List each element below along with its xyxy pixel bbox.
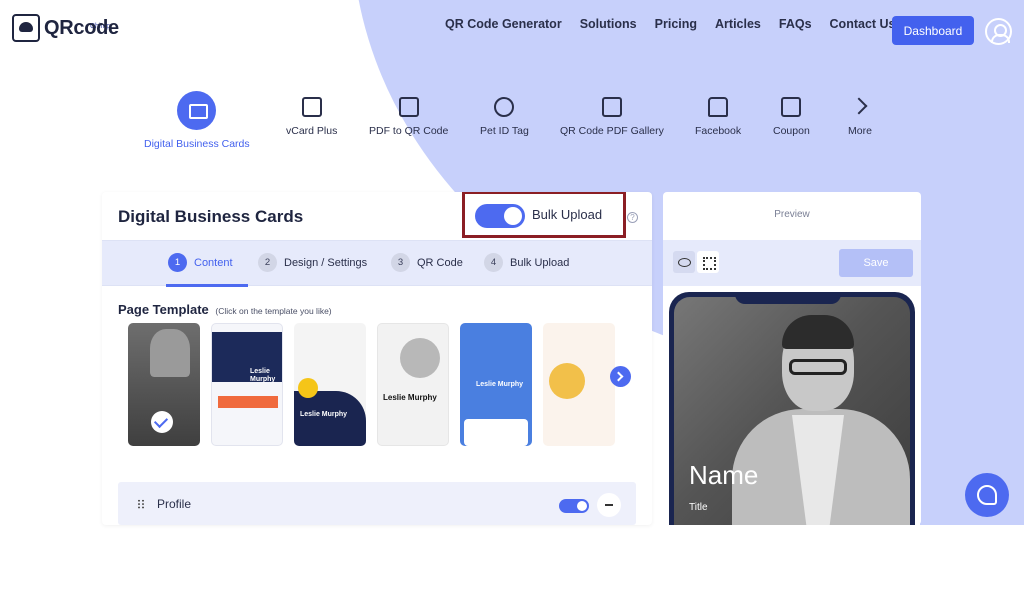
phone-mockup: Name Title	[669, 292, 915, 525]
nav-articles[interactable]: Articles	[715, 17, 761, 31]
category-digital-business-cards[interactable]: Digital Business Cards	[144, 91, 250, 150]
logo[interactable]: QRcode	[12, 14, 119, 42]
pdf-icon	[398, 97, 419, 117]
template-name: Leslie Murphy	[383, 393, 437, 402]
category-label: Coupon	[773, 125, 810, 137]
template-thumbnail-bar	[218, 396, 278, 408]
category-label: More	[848, 125, 872, 137]
nav-qr-code-generator[interactable]: QR Code Generator	[445, 17, 562, 31]
category-pdf-to-qr-code[interactable]: PDF to QR Code	[369, 97, 448, 137]
template-card[interactable]: Leslie Murphy	[460, 323, 532, 446]
nav-faqs[interactable]: FAQs	[779, 17, 812, 31]
template-card[interactable]: Leslie Murphy	[294, 323, 366, 446]
help-icon[interactable]: ?	[627, 212, 638, 223]
nav-contact-us[interactable]: Contact Us	[830, 17, 896, 31]
preview-name: Name	[689, 460, 759, 490]
bulk-upload-label: Bulk Upload	[532, 207, 603, 222]
category-label: vCard Plus	[286, 125, 338, 137]
page-template-heading: Page Template (Click on the template you…	[118, 302, 332, 317]
chat-support-icon[interactable]	[965, 473, 1009, 517]
nav-solutions[interactable]: Solutions	[580, 17, 637, 31]
background-blob-right	[920, 180, 1024, 525]
save-button[interactable]: Save	[839, 249, 913, 277]
home-icon	[298, 378, 318, 398]
template-card[interactable]: Leslie Murphy	[377, 323, 449, 446]
step-label: Content	[194, 256, 233, 269]
coupon-icon	[781, 97, 802, 117]
category-label: QR Code PDF Gallery	[560, 125, 664, 137]
active-tab-indicator	[166, 284, 248, 287]
bulk-upload-highlight: Bulk Upload	[462, 192, 626, 238]
category-label: Facebook	[695, 125, 742, 137]
category-label: Digital Business Cards	[144, 138, 250, 150]
tab-bulk-upload[interactable]: 4 Bulk Upload	[484, 253, 569, 272]
profile-photo-glasses	[789, 359, 847, 375]
step-number: 2	[258, 253, 277, 272]
vcard-icon	[301, 97, 322, 117]
qr-type-categories: Digital Business Cards vCard Plus PDF to…	[0, 91, 1024, 157]
step-label: Bulk Upload	[510, 256, 570, 269]
template-thumbnail-avatar	[400, 338, 440, 378]
template-hint: (Click on the template you like)	[215, 306, 332, 316]
template-thumbnail-photo	[549, 363, 585, 399]
collapse-button[interactable]	[597, 493, 621, 517]
nav-pricing[interactable]: Pricing	[655, 17, 697, 31]
drag-handle-icon[interactable]	[137, 499, 145, 509]
step-tabs: 1 Content 2 Design / Settings 3 QR Code …	[102, 240, 652, 287]
category-vcard-plus[interactable]: vCard Plus	[286, 97, 337, 137]
template-name: Leslie Murphy	[476, 381, 524, 388]
step-number: 1	[168, 253, 187, 272]
top-nav: QR Code Generator Solutions Pricing Arti…	[445, 17, 914, 31]
template-thumbnail-about	[464, 419, 528, 446]
user-account-icon[interactable]	[985, 18, 1012, 45]
eye-icon[interactable]	[673, 251, 695, 273]
paw-icon	[494, 97, 515, 117]
preview-title: Title	[689, 502, 708, 513]
step-label: QR Code	[417, 256, 463, 269]
phone-notch	[735, 292, 841, 304]
bulk-upload-toggle[interactable]	[475, 204, 525, 228]
tab-design-settings[interactable]: 2 Design / Settings	[258, 253, 367, 272]
category-label: Pet ID Tag	[480, 125, 529, 137]
preview-label: Preview	[774, 209, 810, 220]
selected-check-icon	[151, 411, 173, 433]
business-card-icon	[177, 91, 217, 130]
profile-section[interactable]: Profile	[118, 482, 636, 525]
template-card[interactable]: Leslie Murphy	[211, 323, 283, 446]
pdf-gallery-icon	[601, 97, 622, 117]
preview-toolbar: Save	[663, 240, 921, 286]
page-title: Digital Business Cards	[118, 207, 304, 226]
category-coupon[interactable]: Coupon	[773, 97, 810, 137]
editor-card: Digital Business Cards Bulk Upload ? 1 C…	[102, 192, 652, 525]
step-number: 4	[484, 253, 503, 272]
category-qr-code-pdf-gallery[interactable]: QR Code PDF Gallery	[560, 97, 664, 137]
category-more[interactable]: More	[848, 97, 872, 137]
template-name: Leslie Murphy	[300, 411, 348, 418]
template-title: Page Template	[118, 302, 209, 317]
carousel-next-button[interactable]	[610, 366, 631, 387]
step-number: 3	[391, 253, 410, 272]
qr-code-icon[interactable]	[697, 251, 719, 273]
tab-qr-code[interactable]: 3 QR Code	[391, 253, 463, 272]
template-thumbnail-photo	[150, 329, 190, 377]
preview-panel: Preview Save Name Title	[663, 192, 921, 525]
template-card[interactable]	[128, 323, 200, 446]
phone-screen: Name Title	[674, 297, 910, 525]
profile-toggle[interactable]	[559, 499, 589, 513]
chevron-right-icon	[850, 97, 870, 117]
profile-photo-hair	[782, 315, 854, 349]
thumbs-up-icon	[708, 97, 729, 117]
logo-text: QRcode	[44, 16, 119, 39]
category-facebook[interactable]: Facebook	[695, 97, 741, 137]
category-label: PDF to QR Code	[369, 125, 449, 137]
profile-label: Profile	[157, 497, 192, 511]
monkey-logo-icon	[12, 14, 40, 42]
template-card[interactable]	[543, 323, 615, 446]
step-label: Design / Settings	[284, 256, 368, 269]
category-pet-id-tag[interactable]: Pet ID Tag	[480, 97, 529, 137]
template-carousel: Leslie Murphy Leslie Murphy Leslie Murph…	[128, 323, 638, 447]
tab-content[interactable]: 1 Content	[168, 253, 233, 272]
template-name: Leslie Murphy	[250, 368, 276, 383]
dashboard-button[interactable]: Dashboard	[892, 16, 974, 45]
